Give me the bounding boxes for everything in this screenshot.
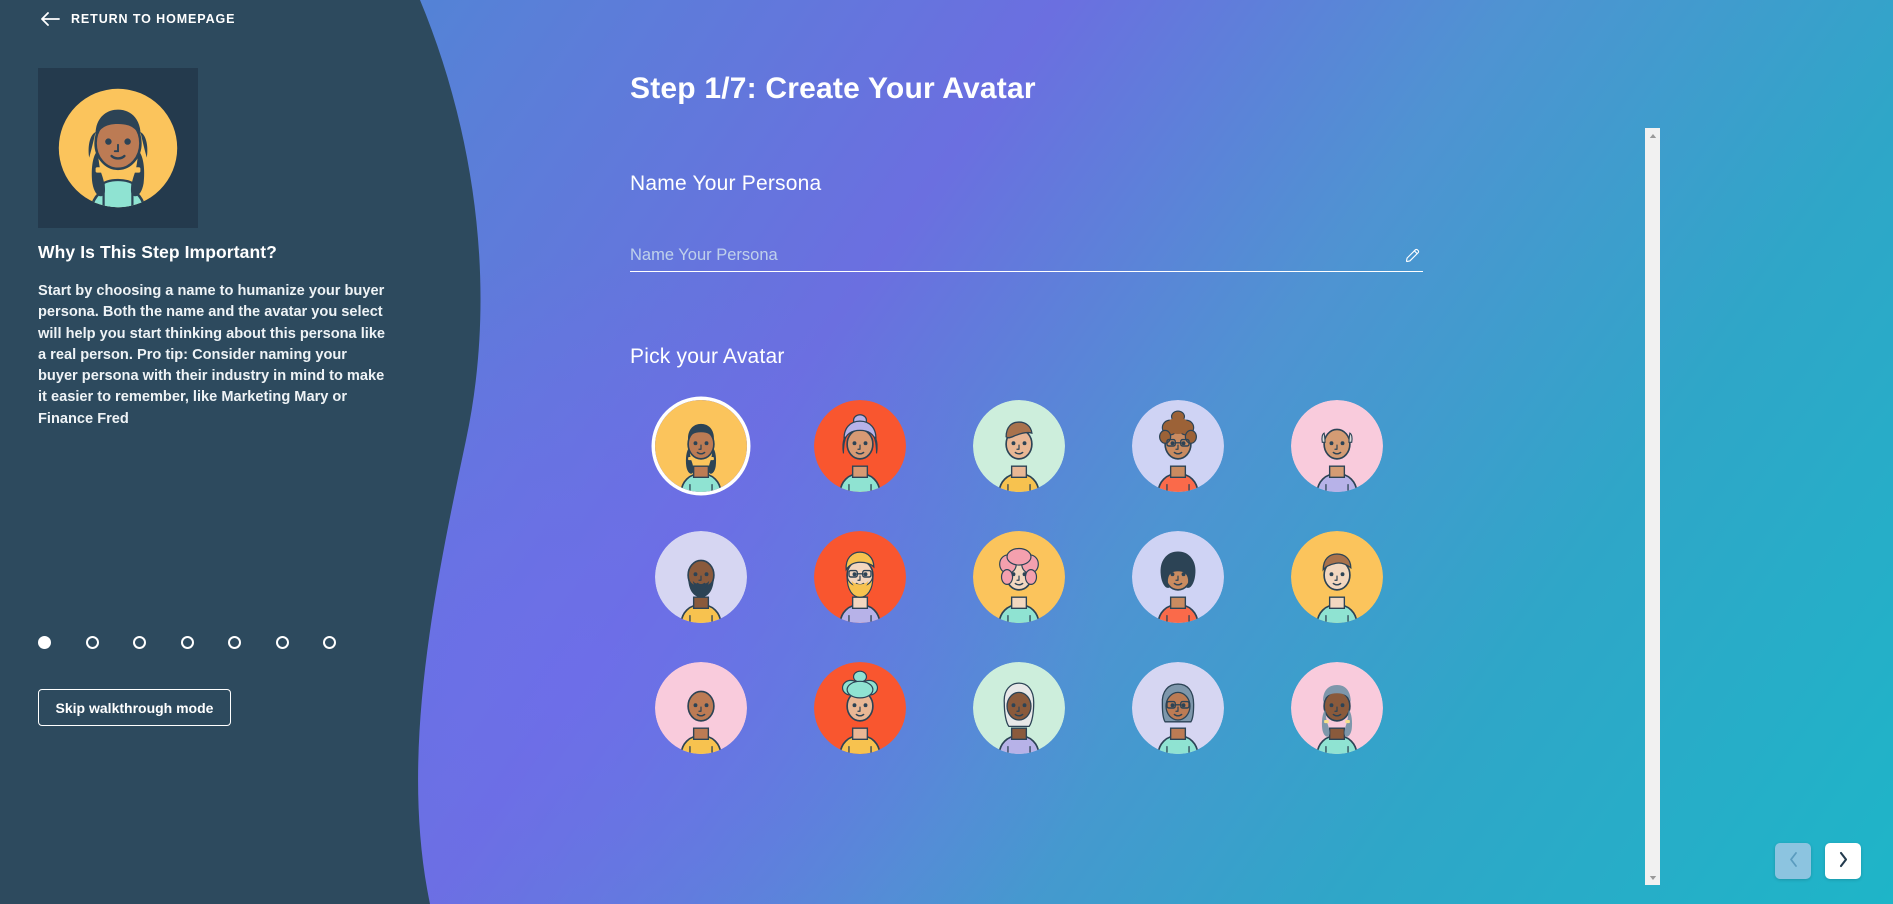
- avatar-option-10[interactable]: [1291, 531, 1383, 623]
- scroll-down-arrow-icon[interactable]: [1645, 870, 1660, 885]
- avatar-option-6[interactable]: [655, 531, 747, 623]
- progress-dots: [38, 636, 336, 649]
- avatar-option-8[interactable]: [973, 531, 1065, 623]
- progress-dot-3[interactable]: [133, 636, 146, 649]
- avatar-option-15[interactable]: [1291, 662, 1383, 754]
- page-title: Step 1/7: Create Your Avatar: [630, 72, 1036, 105]
- step-navigation: [1775, 843, 1861, 879]
- progress-dot-1[interactable]: [38, 636, 51, 649]
- pick-avatar-label: Pick your Avatar: [630, 345, 785, 368]
- pencil-icon[interactable]: [1404, 247, 1421, 264]
- progress-dot-4[interactable]: [180, 636, 194, 649]
- name-persona-label: Name Your Persona: [630, 172, 822, 195]
- avatar-option-14[interactable]: [1132, 662, 1224, 754]
- scrollbar-thumb[interactable]: [1647, 144, 1658, 844]
- avatar-option-2[interactable]: [814, 400, 906, 492]
- previous-step-button[interactable]: [1775, 843, 1811, 879]
- name-persona-field[interactable]: [630, 240, 1423, 272]
- content-scrollbar[interactable]: [1645, 128, 1660, 885]
- avatar-option-1[interactable]: [655, 400, 747, 492]
- avatar-option-4[interactable]: [1132, 400, 1224, 492]
- scroll-up-arrow-icon[interactable]: [1645, 128, 1660, 143]
- progress-dot-6[interactable]: [275, 636, 289, 649]
- avatar-option-7[interactable]: [814, 531, 906, 623]
- avatar-option-5[interactable]: [1291, 400, 1383, 492]
- skip-walkthrough-button[interactable]: Skip walkthrough mode: [38, 689, 231, 726]
- avatar-option-9[interactable]: [1132, 531, 1224, 623]
- progress-dot-5[interactable]: [228, 636, 241, 649]
- sidebar-content: RETURN TO HOMEPAGE Why Is This Step Impo…: [0, 0, 420, 904]
- name-persona-input[interactable]: [630, 240, 1404, 271]
- next-step-button[interactable]: [1825, 843, 1861, 879]
- chevron-right-icon: [1837, 851, 1850, 871]
- arrow-left-icon: [40, 12, 60, 26]
- why-important-heading: Why Is This Step Important?: [38, 242, 277, 262]
- chevron-left-icon: [1787, 851, 1800, 871]
- why-important-body: Start by choosing a name to humanize you…: [38, 283, 386, 427]
- avatar-grid: [655, 400, 1383, 793]
- return-to-homepage-label: RETURN TO HOMEPAGE: [71, 12, 236, 26]
- progress-dot-2[interactable]: [85, 636, 99, 649]
- avatar-option-3[interactable]: [973, 400, 1065, 492]
- progress-dot-7[interactable]: [323, 636, 336, 649]
- return-to-homepage-link[interactable]: RETURN TO HOMEPAGE: [40, 12, 235, 26]
- avatar-option-12[interactable]: [814, 662, 906, 754]
- info-sidebar: RETURN TO HOMEPAGE Why Is This Step Impo…: [0, 0, 560, 904]
- avatar-option-11[interactable]: [655, 662, 747, 754]
- selected-avatar-preview: [38, 68, 198, 228]
- avatar-option-13[interactable]: [973, 662, 1065, 754]
- preview-avatar-illustration: [58, 88, 178, 208]
- onboarding-walkthrough-page: Step 1/7: Create Your Avatar Name Your P…: [0, 0, 1893, 904]
